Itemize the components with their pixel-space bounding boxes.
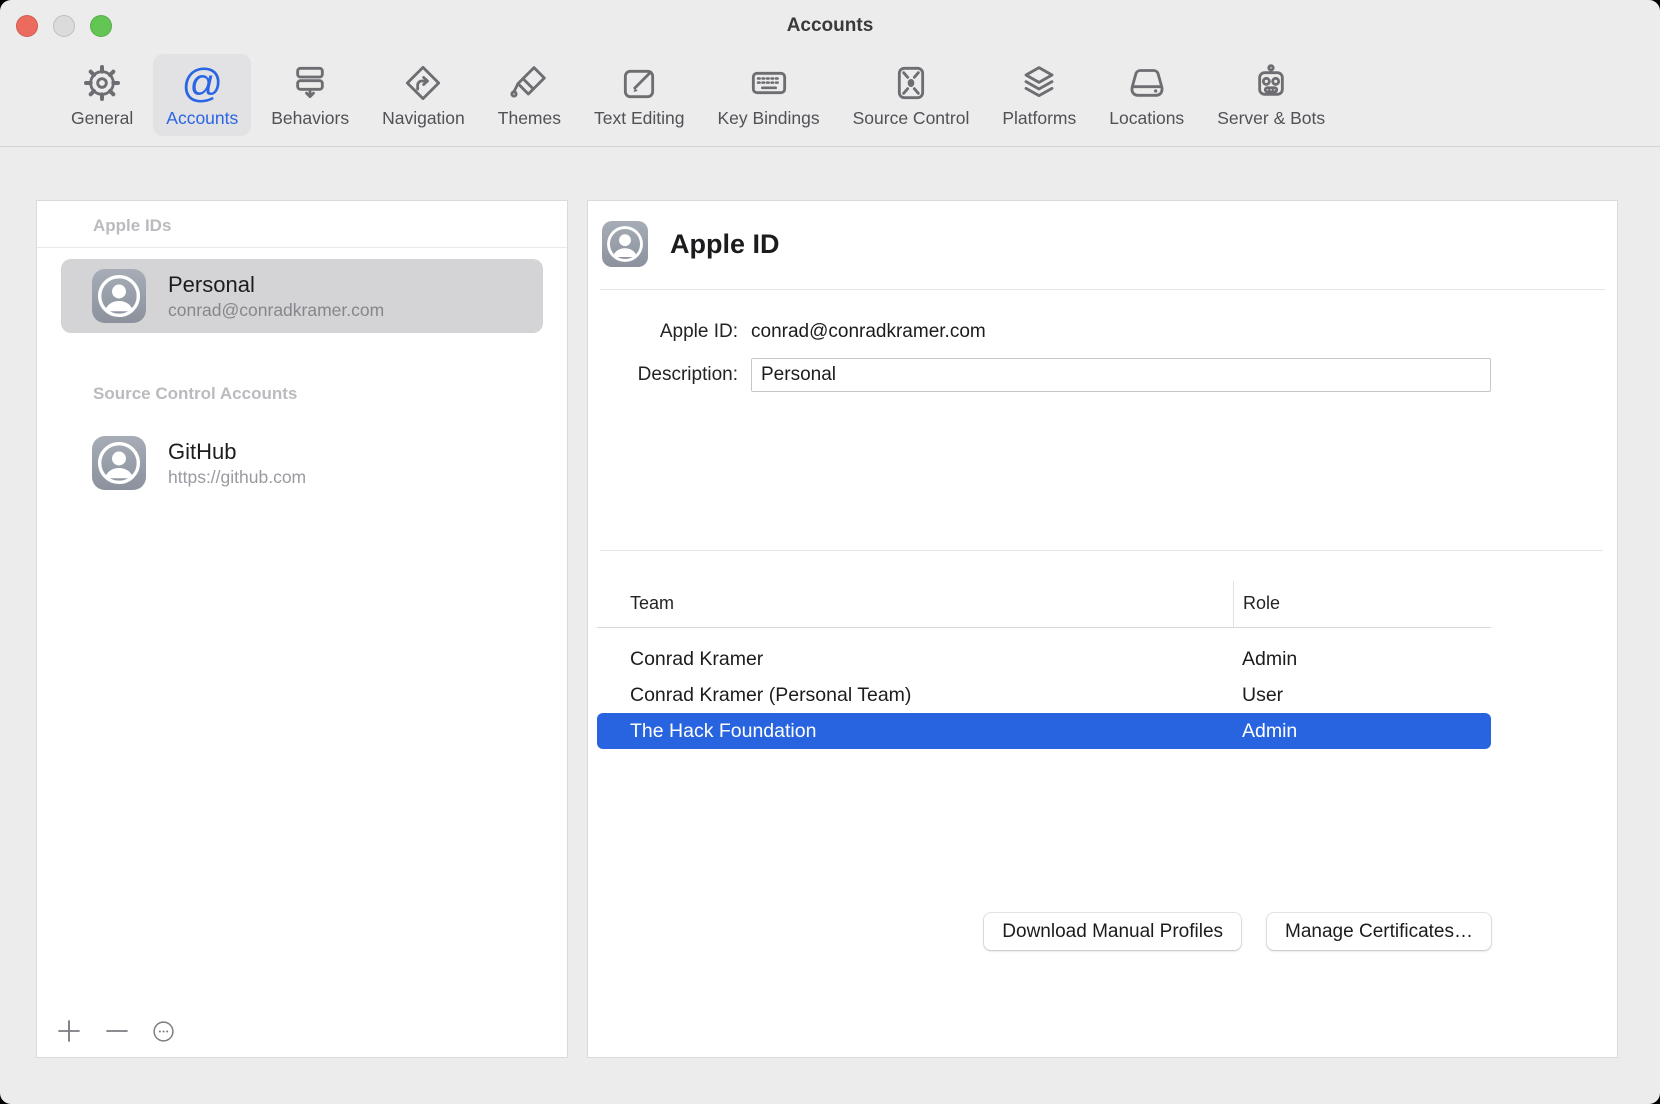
- account-form: Apple ID: conrad@conradkramer.com Descri…: [588, 321, 1617, 392]
- minus-icon: [103, 1017, 131, 1045]
- gear-icon: [82, 59, 122, 107]
- person-avatar-icon: [92, 269, 146, 323]
- download-manual-profiles-button[interactable]: Download Manual Profiles: [984, 913, 1241, 950]
- section-divider: [600, 550, 1603, 551]
- description-input[interactable]: [751, 358, 1491, 392]
- description-label: Description:: [588, 364, 738, 386]
- tab-key-bindings[interactable]: Key Bindings: [704, 54, 832, 136]
- titlebar: Accounts: [0, 0, 1660, 52]
- tab-text-editing[interactable]: Text Editing: [581, 54, 697, 136]
- tab-label: Locations: [1109, 108, 1184, 129]
- tab-label: Key Bindings: [717, 108, 819, 129]
- table-row-selected[interactable]: The Hack Foundation Admin: [597, 713, 1491, 749]
- role-cell: Admin: [1233, 720, 1491, 743]
- at-icon: @: [181, 59, 223, 107]
- xcode-settings-window: Accounts General @ Accounts: [0, 0, 1660, 1104]
- plus-icon: [55, 1017, 83, 1045]
- tab-label: Source Control: [853, 108, 970, 129]
- team-cell: Conrad Kramer (Personal Team): [597, 684, 1233, 707]
- table-body: Conrad Kramer Admin Conrad Kramer (Perso…: [597, 628, 1491, 749]
- account-row-personal[interactable]: Personal conrad@conradkramer.com: [61, 259, 543, 333]
- robot-icon: [1251, 59, 1291, 107]
- paintbrush-icon: [509, 59, 549, 107]
- tab-label: Themes: [498, 108, 561, 129]
- sidebar-actions: [55, 1017, 176, 1045]
- account-subtitle: conrad@conradkramer.com: [168, 300, 384, 321]
- column-header-team: Team: [597, 581, 1233, 627]
- section-header-source-control: Source Control Accounts: [37, 369, 567, 415]
- apple-id-value: conrad@conradkramer.com: [751, 321, 986, 343]
- add-account-button[interactable]: [55, 1017, 83, 1045]
- tab-label: Text Editing: [594, 108, 684, 129]
- tab-themes[interactable]: Themes: [485, 54, 574, 136]
- apple-id-row: Apple ID: conrad@conradkramer.com: [588, 321, 1617, 343]
- account-title: Personal: [168, 272, 384, 298]
- tab-label: Accounts: [166, 108, 238, 129]
- minimize-button[interactable]: [53, 15, 75, 37]
- keyboard-icon: [749, 59, 789, 107]
- team-cell: The Hack Foundation: [597, 720, 1233, 743]
- source-control-accounts-section: Source Control Accounts GitHub https://g…: [37, 369, 567, 500]
- account-detail-panel: Apple ID Apple ID: conrad@conradkramer.c…: [587, 200, 1618, 1058]
- account-text: Personal conrad@conradkramer.com: [168, 272, 384, 321]
- layers-icon: [1019, 59, 1059, 107]
- window-controls: [16, 15, 112, 37]
- window-title: Accounts: [787, 15, 874, 37]
- table-header: Team Role: [597, 581, 1491, 628]
- tab-general[interactable]: General: [58, 54, 146, 136]
- ellipsis-circle-icon: [151, 1019, 176, 1044]
- close-button[interactable]: [16, 15, 38, 37]
- teams-table: Team Role Conrad Kramer Admin Conrad Kra…: [597, 581, 1491, 749]
- compose-icon: [619, 59, 659, 107]
- role-cell: Admin: [1233, 648, 1491, 671]
- person-avatar-icon: [92, 436, 146, 490]
- tab-source-control[interactable]: Source Control: [840, 54, 983, 136]
- tab-navigation[interactable]: Navigation: [369, 54, 478, 136]
- remove-account-button[interactable]: [103, 1017, 131, 1045]
- tab-label: General: [71, 108, 133, 129]
- tab-locations[interactable]: Locations: [1096, 54, 1197, 136]
- apple-ids-section: Apple IDs Personal conrad@conradkramer.c…: [37, 201, 567, 333]
- zoom-button[interactable]: [90, 15, 112, 37]
- table-row[interactable]: Conrad Kramer (Personal Team) User: [597, 677, 1491, 713]
- detail-title: Apple ID: [670, 229, 780, 260]
- apple-id-label: Apple ID:: [588, 321, 738, 343]
- tab-server-bots[interactable]: Server & Bots: [1204, 54, 1338, 136]
- section-header-apple-ids: Apple IDs: [37, 201, 567, 248]
- tab-platforms[interactable]: Platforms: [989, 54, 1089, 136]
- person-avatar-icon: [602, 221, 648, 267]
- team-cell: Conrad Kramer: [597, 648, 1233, 671]
- source-control-icon: [891, 59, 931, 107]
- account-subtitle: https://github.com: [168, 467, 306, 488]
- more-options-button[interactable]: [151, 1019, 176, 1044]
- manage-certificates-button[interactable]: Manage Certificates…: [1267, 913, 1491, 950]
- navigation-icon: [403, 59, 443, 107]
- account-row-github[interactable]: GitHub https://github.com: [61, 426, 543, 500]
- detail-header: Apple ID: [600, 201, 1605, 290]
- table-row[interactable]: Conrad Kramer Admin: [597, 641, 1491, 677]
- tab-label: Navigation: [382, 108, 465, 129]
- tab-accounts[interactable]: @ Accounts: [153, 54, 251, 136]
- column-header-role: Role: [1233, 581, 1491, 627]
- tab-label: Server & Bots: [1217, 108, 1325, 129]
- accounts-sidebar: Apple IDs Personal conrad@conradkramer.c…: [36, 200, 568, 1058]
- tab-behaviors[interactable]: Behaviors: [258, 54, 362, 136]
- settings-toolbar: General @ Accounts Behaviors: [0, 52, 1660, 147]
- tab-label: Platforms: [1002, 108, 1076, 129]
- account-text: GitHub https://github.com: [168, 439, 306, 488]
- description-row: Description:: [588, 358, 1617, 392]
- drive-icon: [1127, 59, 1167, 107]
- detail-buttons: Download Manual Profiles Manage Certific…: [984, 913, 1491, 950]
- account-title: GitHub: [168, 439, 306, 465]
- role-cell: User: [1233, 684, 1491, 707]
- tab-label: Behaviors: [271, 108, 349, 129]
- behaviors-icon: [290, 59, 330, 107]
